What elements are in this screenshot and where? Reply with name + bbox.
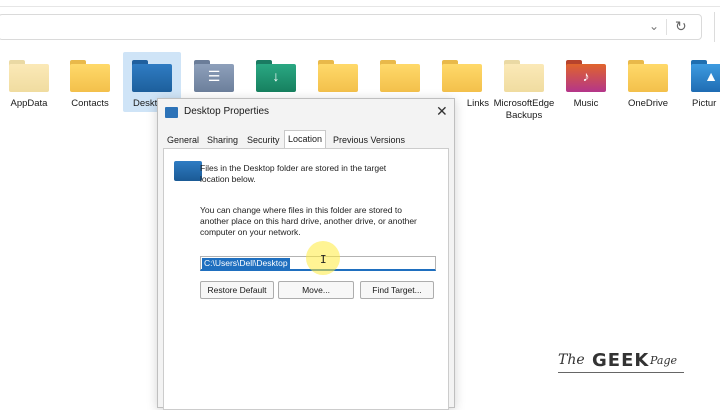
watermark-logo: The GEEK Page — [556, 350, 686, 380]
watermark-underline — [558, 372, 684, 373]
refresh-icon[interactable]: ↻ — [675, 18, 687, 35]
downloads-folder-icon: ↓ — [256, 60, 296, 92]
folder-label: Music — [573, 98, 599, 109]
chevron-down-icon[interactable]: ⌄ — [649, 19, 659, 33]
folder-item[interactable] — [307, 50, 369, 92]
folder-item-microsoftedgebackups[interactable]: MicrosoftEdgeBackups — [493, 50, 555, 122]
folder-label: Contacts — [71, 98, 109, 109]
folder-item-onedrive[interactable]: OneDrive — [617, 50, 679, 110]
folder-icon — [442, 60, 482, 92]
folder-item-music[interactable]: ♪ Music — [555, 50, 617, 110]
close-icon[interactable]: ✕ — [436, 103, 448, 119]
watermark-the: The — [558, 352, 585, 368]
move-button[interactable]: Move... — [278, 281, 354, 299]
folder-icon — [628, 60, 668, 92]
folder-label: MicrosoftEdgeBackups — [493, 98, 555, 121]
find-target-button[interactable]: Find Target... — [360, 281, 434, 299]
location-info-text: Files in the Desktop folder are stored i… — [200, 163, 387, 184]
folder-label: Pictur — [692, 98, 717, 109]
dialog-title: Desktop Properties — [184, 106, 270, 117]
folder-item-appdata[interactable]: AppData — [0, 50, 60, 110]
tab-security[interactable]: Security — [244, 132, 283, 148]
folder-icon — [504, 60, 544, 92]
watermark-page: Page — [650, 354, 678, 367]
tab-general[interactable]: General — [164, 132, 202, 148]
properties-dialog: Desktop Properties ✕ General Sharing Sec… — [157, 98, 455, 410]
folder-item-documents[interactable]: ☰ — [183, 50, 245, 92]
tab-location[interactable]: Location — [284, 130, 327, 149]
pictures-folder-icon: ▲ — [691, 60, 720, 92]
pane-edge — [714, 12, 715, 42]
folder-item-pictures[interactable]: ▲ Pictur — [679, 50, 720, 110]
music-folder-icon: ♪ — [566, 60, 606, 92]
tab-sharing[interactable]: Sharing — [204, 132, 241, 148]
folder-item[interactable] — [369, 50, 431, 92]
path-selected-text: C:\Users\Dell\Desktop — [202, 258, 290, 269]
address-bar[interactable]: ⌄ ↻ — [0, 14, 702, 40]
desktop-folder-icon — [132, 60, 172, 92]
documents-folder-icon: ☰ — [194, 60, 234, 92]
folder-icon — [165, 107, 178, 118]
watermark-geek: GEEK — [592, 350, 650, 371]
folder-icon — [70, 60, 110, 92]
folder-label: OneDrive — [627, 98, 669, 109]
folder-icon — [380, 60, 420, 92]
address-divider — [666, 19, 667, 35]
folder-item-downloads[interactable]: ↓ — [245, 50, 307, 92]
location-panel: Files in the Desktop folder are stored i… — [163, 148, 449, 410]
folder-label: AppData — [10, 98, 48, 109]
text-cursor-icon: I — [320, 253, 327, 266]
folder-icon — [9, 60, 49, 92]
desktop-folder-icon — [174, 161, 202, 181]
folder-item-contacts[interactable]: Contacts — [59, 50, 121, 110]
window-top-border — [0, 6, 720, 7]
folder-icon — [318, 60, 358, 92]
tab-previous-versions[interactable]: Previous Versions — [330, 132, 408, 148]
location-help-text: You can change where files in this folde… — [200, 205, 417, 237]
restore-default-button[interactable]: Restore Default — [200, 281, 274, 299]
